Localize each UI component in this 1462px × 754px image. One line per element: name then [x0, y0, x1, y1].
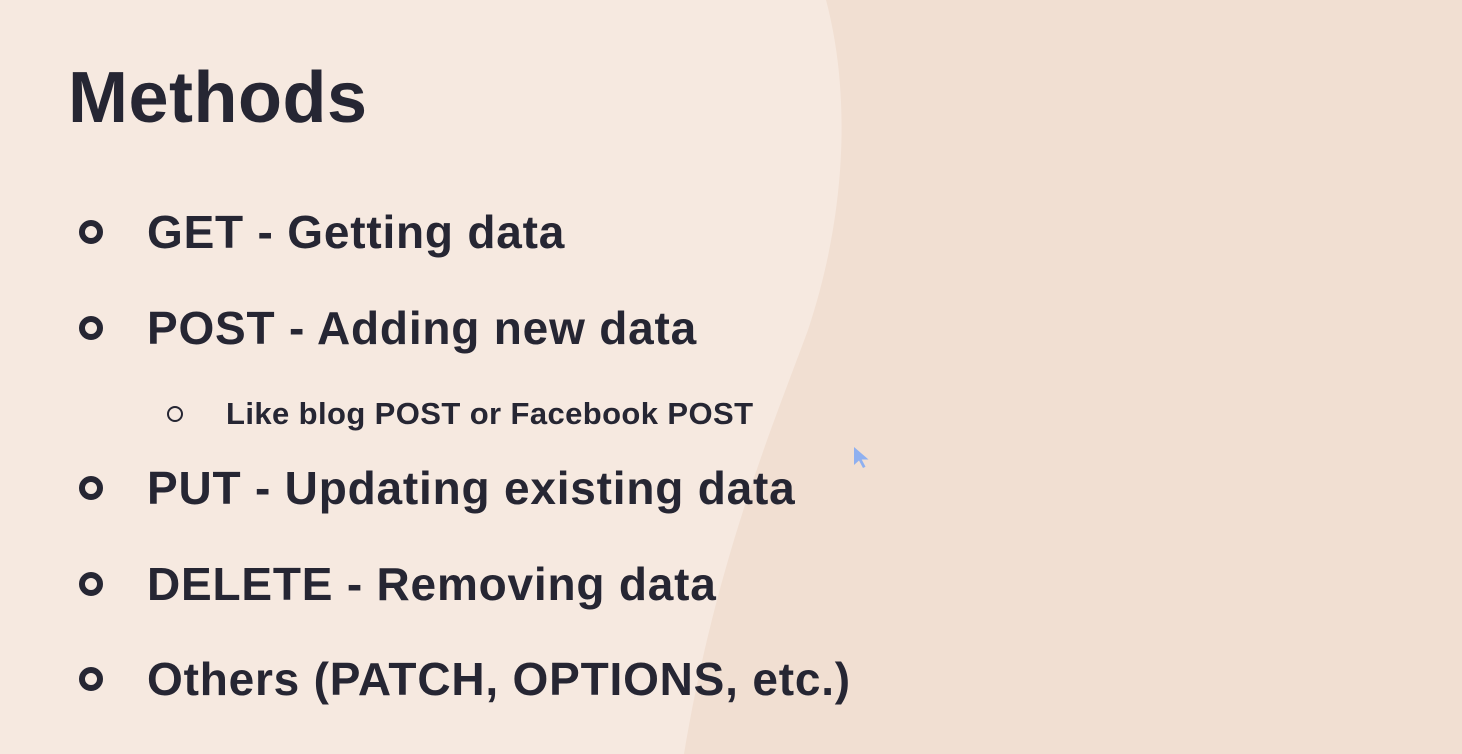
bullet-item-post: POST - Adding new data — [0, 302, 696, 354]
sub-bullet-item-post-example: Like blog POST or Facebook POST — [0, 396, 753, 431]
bullet-circle-icon — [79, 667, 103, 691]
bullet-text: POST - Adding new data — [147, 302, 698, 354]
bullet-text: Others (PATCH, OPTIONS, etc.) — [147, 653, 851, 705]
slide-title: Methods — [68, 58, 368, 138]
bullet-item-others: Others (PATCH, OPTIONS, etc.) — [0, 653, 850, 705]
sub-bullet-circle-icon — [167, 406, 183, 422]
bullet-text: GET - Getting data — [147, 206, 566, 258]
slide: Methods GET - Getting data POST - Adding… — [0, 0, 1462, 754]
bullet-item-delete: DELETE - Removing data — [0, 558, 716, 610]
mouse-pointer-icon — [854, 447, 869, 468]
bullet-circle-icon — [79, 220, 103, 244]
bullet-item-get: GET - Getting data — [0, 206, 564, 258]
bullet-text: PUT - Updating existing data — [147, 462, 796, 514]
bullet-text: DELETE - Removing data — [147, 558, 717, 610]
bullet-item-put: PUT - Updating existing data — [0, 462, 795, 514]
bullet-circle-icon — [79, 572, 103, 596]
bullet-circle-icon — [79, 476, 103, 500]
bullet-circle-icon — [79, 316, 103, 340]
sub-bullet-text: Like blog POST or Facebook POST — [226, 396, 754, 431]
